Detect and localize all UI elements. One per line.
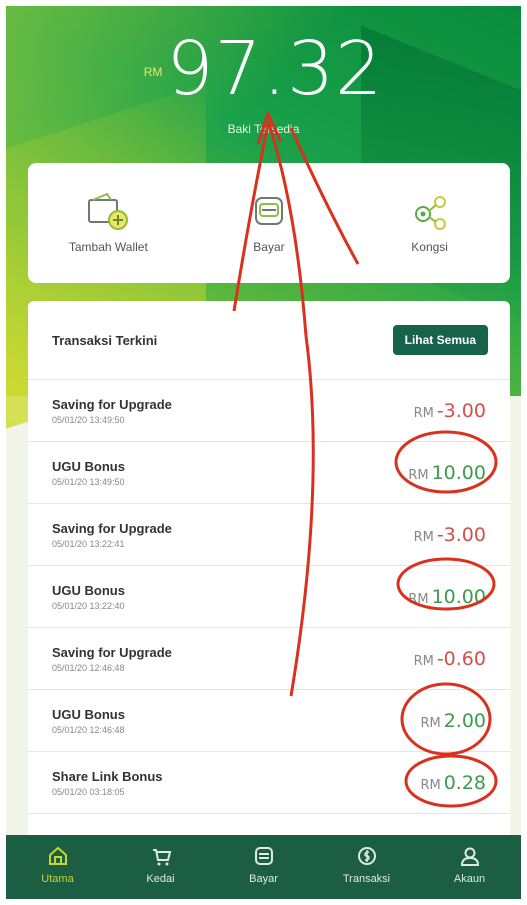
- transaction-row[interactable]: UGU Bonus 05/01/20 13:22:40 RM 10.00: [28, 566, 510, 628]
- transaction-amount: RM -3.00: [414, 524, 486, 546]
- transaction-amount: RM 10.00: [408, 586, 486, 608]
- transaction-currency: RM: [413, 653, 434, 669]
- transactions-title: Transaksi Terkini: [52, 332, 158, 348]
- balance-display: RM97.32: [6, 26, 521, 112]
- share-button[interactable]: Kongsi: [355, 192, 505, 254]
- pay-button[interactable]: Bayar: [194, 192, 344, 254]
- transaction-name: UGU Bonus: [52, 582, 125, 598]
- transaction-info: UGU Bonus 05/01/20 13:22:40: [52, 583, 125, 611]
- tab-bayar[interactable]: Bayar: [219, 835, 309, 899]
- transaction-currency: RM: [420, 715, 441, 731]
- home-icon: [48, 846, 67, 865]
- balance-label: Baki Tersedia: [227, 122, 300, 136]
- transaction-info: Saving for Upgrade 05/01/20 13:49:50: [52, 397, 172, 425]
- tab-utama-label: Utama: [41, 873, 74, 885]
- transaction-icon: [357, 847, 376, 865]
- transaction-date: 05/01/20 12:46:48: [52, 724, 125, 735]
- transaction-info: Saving for Upgrade 05/01/20 13:22:41: [52, 521, 172, 549]
- transaction-row[interactable]: UGU Bonus 05/01/20 12:46:48 RM 2.00: [28, 690, 510, 752]
- transaction-date: 05/01/20 13:49:50: [52, 476, 125, 487]
- share-label: Kongsi: [411, 240, 448, 254]
- transaction-date: 05/01/20 03:18:05: [52, 786, 125, 797]
- tab-transaksi[interactable]: Transaksi: [322, 835, 412, 899]
- see-all-button[interactable]: Lihat Semua: [392, 325, 488, 355]
- transaction-info: UGU Bonus 05/01/20 12:46:48: [52, 707, 125, 735]
- transaction-currency: RM: [408, 591, 429, 607]
- quick-actions: Tambah Wallet Bayar Kongsi: [28, 163, 510, 283]
- transaction-name: Share Link Bonus: [52, 768, 163, 784]
- transaction-amount-value: -3.00: [436, 399, 486, 422]
- transaction-amount: RM -3.00: [414, 400, 486, 422]
- transaction-info: UGU Bonus 05/01/20 13:49:50: [52, 459, 125, 487]
- pay-icon: [254, 197, 283, 225]
- transaction-date: 05/01/20 13:22:40: [52, 600, 125, 611]
- add-wallet-icon: [88, 192, 129, 230]
- tab-akaun[interactable]: Akaun: [425, 835, 515, 899]
- transaction-row[interactable]: Saving for Upgrade 05/01/20 13:22:41 RM -3.…: [28, 504, 510, 566]
- tab-akaun-label: Akaun: [453, 873, 486, 885]
- transaction-amount-value: 0.28: [443, 771, 486, 794]
- bottom-tab-bar: Utama Kedai Bayar Transaksi Akaun: [6, 835, 521, 899]
- tab-bayar-label: Bayar: [249, 873, 278, 885]
- transaction-date: 05/01/20 13:22:41: [52, 538, 125, 549]
- balance-currency: RM: [143, 65, 163, 79]
- add-wallet-label: Tambah Wallet: [68, 240, 148, 254]
- transaction-row[interactable]: Saving for Upgrade 05/01/20 12:46:48 RM -0.…: [28, 628, 510, 690]
- transaction-amount: RM 10.00: [408, 462, 486, 484]
- transaction-name: Saving for Upgrade: [52, 520, 172, 536]
- transaction-currency: RM: [413, 529, 434, 545]
- transaction-currency: RM: [408, 467, 429, 483]
- balance-amount: 97.32: [166, 26, 384, 112]
- transaction-row[interactable]: Saving for Upgrade 05/01/20 13:49:50 RM -3.…: [28, 380, 510, 442]
- wallet-screen: RM97.32 Baki Tersedia Tambah Wallet Baya…: [6, 6, 521, 899]
- transaction-date: 05/01/20 12:46:48: [52, 662, 125, 673]
- transaction-name: UGU Bonus: [52, 706, 125, 722]
- transaction-amount-value: 10.00: [431, 461, 486, 484]
- add-wallet-button[interactable]: Tambah Wallet: [33, 192, 183, 254]
- transaction-name: Saving for Upgrade: [52, 396, 172, 412]
- transaction-currency: RM: [413, 405, 434, 421]
- transaction-date: 05/01/20 13:49:50: [52, 414, 125, 425]
- transaction-name: UGU Bonus: [52, 458, 125, 474]
- transaction-row[interactable]: Share Link Bonus 05/01/20 03:18:05 RM 0.28: [28, 752, 510, 814]
- account-icon: [460, 847, 479, 866]
- tab-kedai[interactable]: Kedai: [116, 835, 206, 899]
- transactions-header: Transaksi Terkini Lihat Semua: [28, 301, 510, 380]
- transaction-info: Share Link Bonus 05/01/20 03:18:05: [52, 769, 163, 797]
- transaction-amount-value: -0.60: [436, 647, 486, 670]
- transaction-amount-value: 10.00: [431, 585, 486, 608]
- transaction-currency: RM: [420, 777, 441, 793]
- transaction-amount: RM -0.60: [414, 648, 486, 670]
- pay-label: Bayar: [253, 240, 285, 254]
- tab-utama[interactable]: Utama: [13, 835, 103, 899]
- transaction-amount-value: -3.00: [436, 523, 486, 546]
- tab-kedai-label: Kedai: [146, 873, 175, 885]
- transaction-amount: RM 2.00: [420, 710, 486, 732]
- transaction-list: Saving for Upgrade 05/01/20 13:49:50 RM -3.…: [28, 380, 510, 861]
- tab-transaksi-label: Transaksi: [342, 873, 391, 885]
- transaction-info: Saving for Upgrade 05/01/20 12:46:48: [52, 645, 172, 673]
- shop-icon: [152, 849, 171, 866]
- transaction-name: Saving for Upgrade: [52, 644, 172, 660]
- transaction-row[interactable]: UGU Bonus 05/01/20 13:49:50 RM 10.00: [28, 442, 510, 504]
- share-icon: [414, 196, 446, 230]
- pay-icon: [254, 847, 273, 865]
- recent-transactions-card: Transaksi Terkini Lihat Semua Saving for…: [28, 301, 510, 861]
- transaction-amount: RM 0.28: [420, 772, 486, 794]
- transaction-amount-value: 2.00: [443, 709, 486, 732]
